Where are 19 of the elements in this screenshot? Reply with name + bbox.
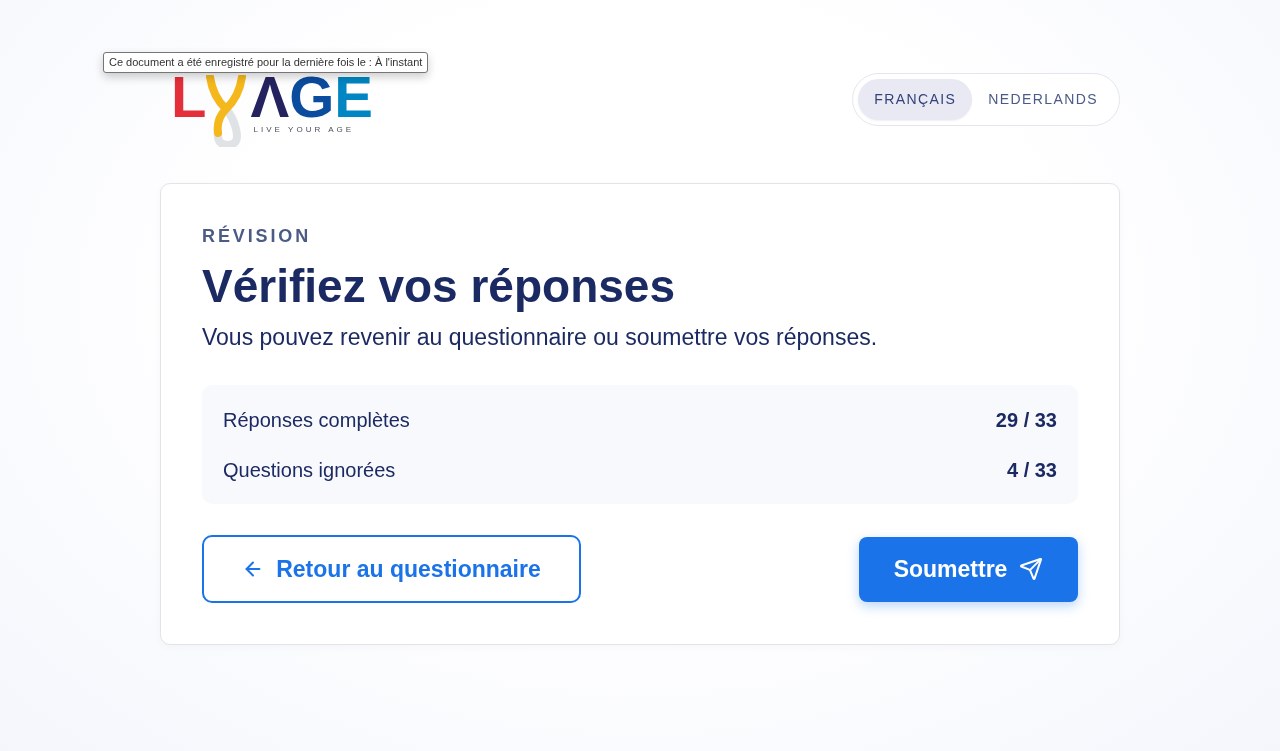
logo-figure-icon	[204, 75, 249, 147]
language-tab[interactable]: FRANÇAIS	[858, 79, 973, 120]
section-eyebrow: RÉVISION	[202, 224, 313, 248]
back-button[interactable]: Retour au questionnaire	[202, 535, 581, 603]
language-tab[interactable]: NEDERLANDS	[972, 79, 1114, 120]
summary-label: Questions ignorées	[223, 458, 396, 483]
logo-letter: L	[171, 75, 207, 119]
logo-letter: E	[334, 75, 373, 119]
logo-tagline: LIVE YOUR AGE	[253, 125, 356, 135]
send-icon	[1019, 557, 1044, 581]
submit-button[interactable]: Soumettre	[859, 536, 1078, 602]
summary-value: 29 / 33	[995, 408, 1057, 433]
logo-letter: G	[289, 75, 335, 119]
summary-value: 4 / 33	[1006, 458, 1057, 483]
tooltip: Ce document a été enregistré pour la dernière fois le : À l'instant	[103, 52, 429, 73]
summary-label: Réponses complètes	[223, 408, 410, 433]
page-title: Vérifiez vos réponses	[202, 260, 676, 312]
logo-letter: Λ	[250, 75, 290, 119]
page-subtitle: Vous pouvez revenir au questionnaire ou soumettre vos réponses.	[202, 323, 879, 352]
